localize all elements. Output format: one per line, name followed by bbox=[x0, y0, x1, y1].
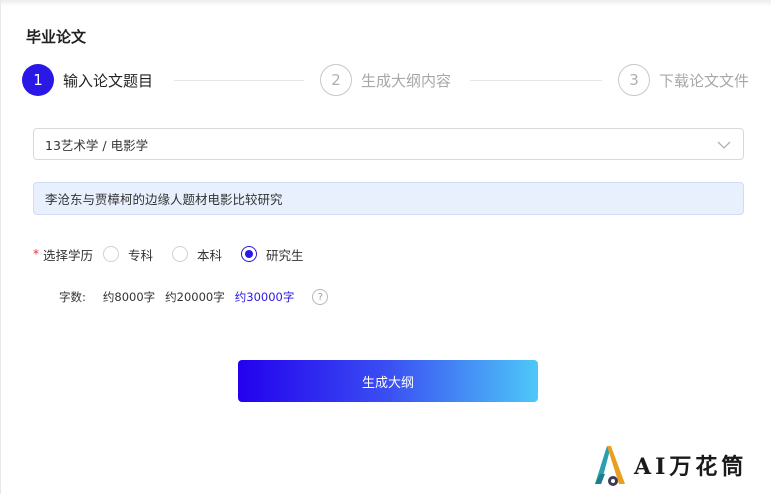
radio-zhuanke[interactable]: 专科 bbox=[103, 245, 153, 264]
topic-input[interactable]: 李沧东与贾樟柯的边缘人题材电影比较研究 bbox=[33, 182, 744, 215]
step-1: 1 输入论文题目 bbox=[22, 64, 153, 96]
word-count-option-30000[interactable]: 约30000字 bbox=[235, 289, 295, 305]
radio-yanjiusheng[interactable]: 研究生 bbox=[241, 245, 304, 264]
step-1-label: 输入论文题目 bbox=[63, 71, 154, 90]
brand-logo: AI万花筒 bbox=[591, 440, 766, 490]
chevron-down-icon bbox=[717, 141, 731, 149]
word-count-field: 字数: 约8000字 约20000字 约30000字 ? bbox=[59, 288, 329, 306]
step-connector-2 bbox=[470, 80, 602, 81]
step-2-number: 2 bbox=[320, 64, 352, 96]
step-3-label: 下载论文文件 bbox=[659, 71, 750, 90]
radio-label: 本科 bbox=[197, 247, 223, 263]
page-title: 毕业论文 bbox=[26, 28, 87, 46]
word-count-option-20000[interactable]: 约20000字 bbox=[165, 289, 225, 305]
topic-input-value: 李沧东与贾樟柯的边缘人题材电影比较研究 bbox=[45, 192, 283, 207]
step-3: 3 下载论文文件 bbox=[618, 64, 749, 96]
step-2-label: 生成大纲内容 bbox=[361, 71, 452, 90]
required-mark: * bbox=[33, 247, 39, 261]
step-3-number: 3 bbox=[618, 64, 650, 96]
logo-text: AI万花筒 bbox=[634, 454, 748, 480]
help-icon[interactable]: ? bbox=[312, 289, 329, 305]
subject-select[interactable]: 13艺术学 / 电影学 bbox=[33, 128, 744, 160]
radio-circle-checked[interactable] bbox=[241, 246, 258, 262]
radio-label: 专科 bbox=[128, 247, 154, 263]
logo-mark-icon bbox=[595, 446, 625, 486]
step-1-number: 1 bbox=[22, 64, 54, 96]
education-field: * 选择学历 专科 本科 研究生 bbox=[33, 244, 323, 264]
step-connector-1 bbox=[174, 80, 304, 81]
radio-circle[interactable] bbox=[172, 246, 189, 262]
radio-circle[interactable] bbox=[103, 246, 120, 262]
step-2: 2 生成大纲内容 bbox=[320, 64, 451, 96]
generate-outline-button[interactable]: 生成大纲 bbox=[238, 360, 538, 402]
word-count-label: 字数: bbox=[59, 290, 86, 304]
top-shadow bbox=[0, 0, 771, 6]
word-count-option-8000[interactable]: 约8000字 bbox=[103, 289, 155, 305]
left-border bbox=[0, 0, 1, 494]
subject-select-value: 13艺术学 / 电影学 bbox=[45, 137, 149, 153]
education-label: 选择学历 bbox=[43, 247, 94, 263]
radio-benke[interactable]: 本科 bbox=[172, 245, 222, 264]
radio-label: 研究生 bbox=[266, 247, 304, 263]
